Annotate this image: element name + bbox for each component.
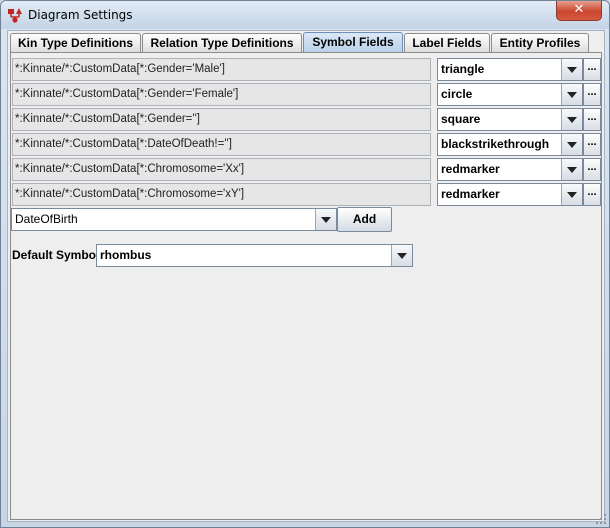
- kinship-diagram-icon: [8, 8, 22, 23]
- tab-relation-type-definitions[interactable]: Relation Type Definitions: [142, 33, 302, 53]
- tab-label-fields[interactable]: Label Fields: [404, 33, 490, 53]
- chevron-down-icon[interactable]: [561, 84, 582, 105]
- symbol-select-value: circle: [441, 87, 473, 101]
- symbol-select[interactable]: circle: [437, 83, 583, 106]
- chevron-down-icon[interactable]: [561, 59, 582, 80]
- resize-grip-icon[interactable]: [595, 513, 607, 525]
- tab-symbol-fields[interactable]: Symbol Fields: [303, 32, 403, 54]
- new-field-select-value: DateOfBirth: [15, 212, 78, 226]
- tab-entity-profiles[interactable]: Entity Profiles: [491, 33, 589, 53]
- chevron-down-icon[interactable]: [561, 159, 582, 180]
- dialog-content: Kin Type Definitions Relation Type Defin…: [7, 30, 605, 522]
- symbol-select-value: triangle: [441, 62, 485, 76]
- symbol-select[interactable]: redmarker: [437, 183, 583, 206]
- default-symbol-label: Default Symbol: [12, 248, 100, 262]
- browse-button[interactable]: ...: [583, 158, 601, 181]
- symbol-select-value: blackstrikethrough: [441, 137, 550, 151]
- symbol-select[interactable]: redmarker: [437, 158, 583, 181]
- close-button[interactable]: ✕: [556, 1, 602, 21]
- chevron-down-icon[interactable]: [315, 209, 336, 230]
- default-symbol-value: rhombus: [100, 248, 152, 262]
- symbol-select-value: square: [441, 112, 481, 126]
- symbol-select-value: redmarker: [441, 187, 500, 201]
- symbol-select[interactable]: square: [437, 108, 583, 131]
- symbol-path-field[interactable]: *:Kinnate/*:CustomData[*:Chromosome='Xx'…: [12, 158, 431, 181]
- symbol-fields-panel: *:Kinnate/*:CustomData[*:Gender='Male'] …: [10, 52, 602, 520]
- symbol-path-field[interactable]: *:Kinnate/*:CustomData[*:Chromosome='xY'…: [12, 183, 431, 206]
- browse-button[interactable]: ...: [583, 58, 601, 81]
- default-symbol-select[interactable]: rhombus: [96, 244, 413, 267]
- symbol-path-field[interactable]: *:Kinnate/*:CustomData[*:Gender='']: [12, 108, 431, 131]
- close-icon: ✕: [573, 2, 585, 17]
- browse-button[interactable]: ...: [583, 133, 601, 156]
- symbol-path-field[interactable]: *:Kinnate/*:CustomData[*:Gender='Female'…: [12, 83, 431, 106]
- symbol-select[interactable]: triangle: [437, 58, 583, 81]
- chevron-down-icon[interactable]: [391, 245, 412, 266]
- new-field-select[interactable]: DateOfBirth: [11, 208, 337, 231]
- symbol-path-field[interactable]: *:Kinnate/*:CustomData[*:Gender='Male']: [12, 58, 431, 81]
- title-bar: Diagram Settings ✕: [1, 1, 609, 29]
- browse-button[interactable]: ...: [583, 83, 601, 106]
- chevron-down-icon[interactable]: [561, 134, 582, 155]
- window-title: Diagram Settings: [28, 8, 133, 22]
- symbol-select[interactable]: blackstrikethrough: [437, 133, 583, 156]
- diagram-settings-window: Diagram Settings ✕ Kin Type Definitions …: [0, 0, 610, 528]
- symbol-select-value: redmarker: [441, 162, 500, 176]
- symbol-path-field[interactable]: *:Kinnate/*:CustomData[*:DateOfDeath!=''…: [12, 133, 431, 156]
- tab-kin-type-definitions[interactable]: Kin Type Definitions: [10, 33, 141, 53]
- browse-button[interactable]: ...: [583, 108, 601, 131]
- add-field-button[interactable]: Add: [337, 207, 392, 232]
- browse-button[interactable]: ...: [583, 183, 601, 206]
- chevron-down-icon[interactable]: [561, 184, 582, 205]
- chevron-down-icon[interactable]: [561, 109, 582, 130]
